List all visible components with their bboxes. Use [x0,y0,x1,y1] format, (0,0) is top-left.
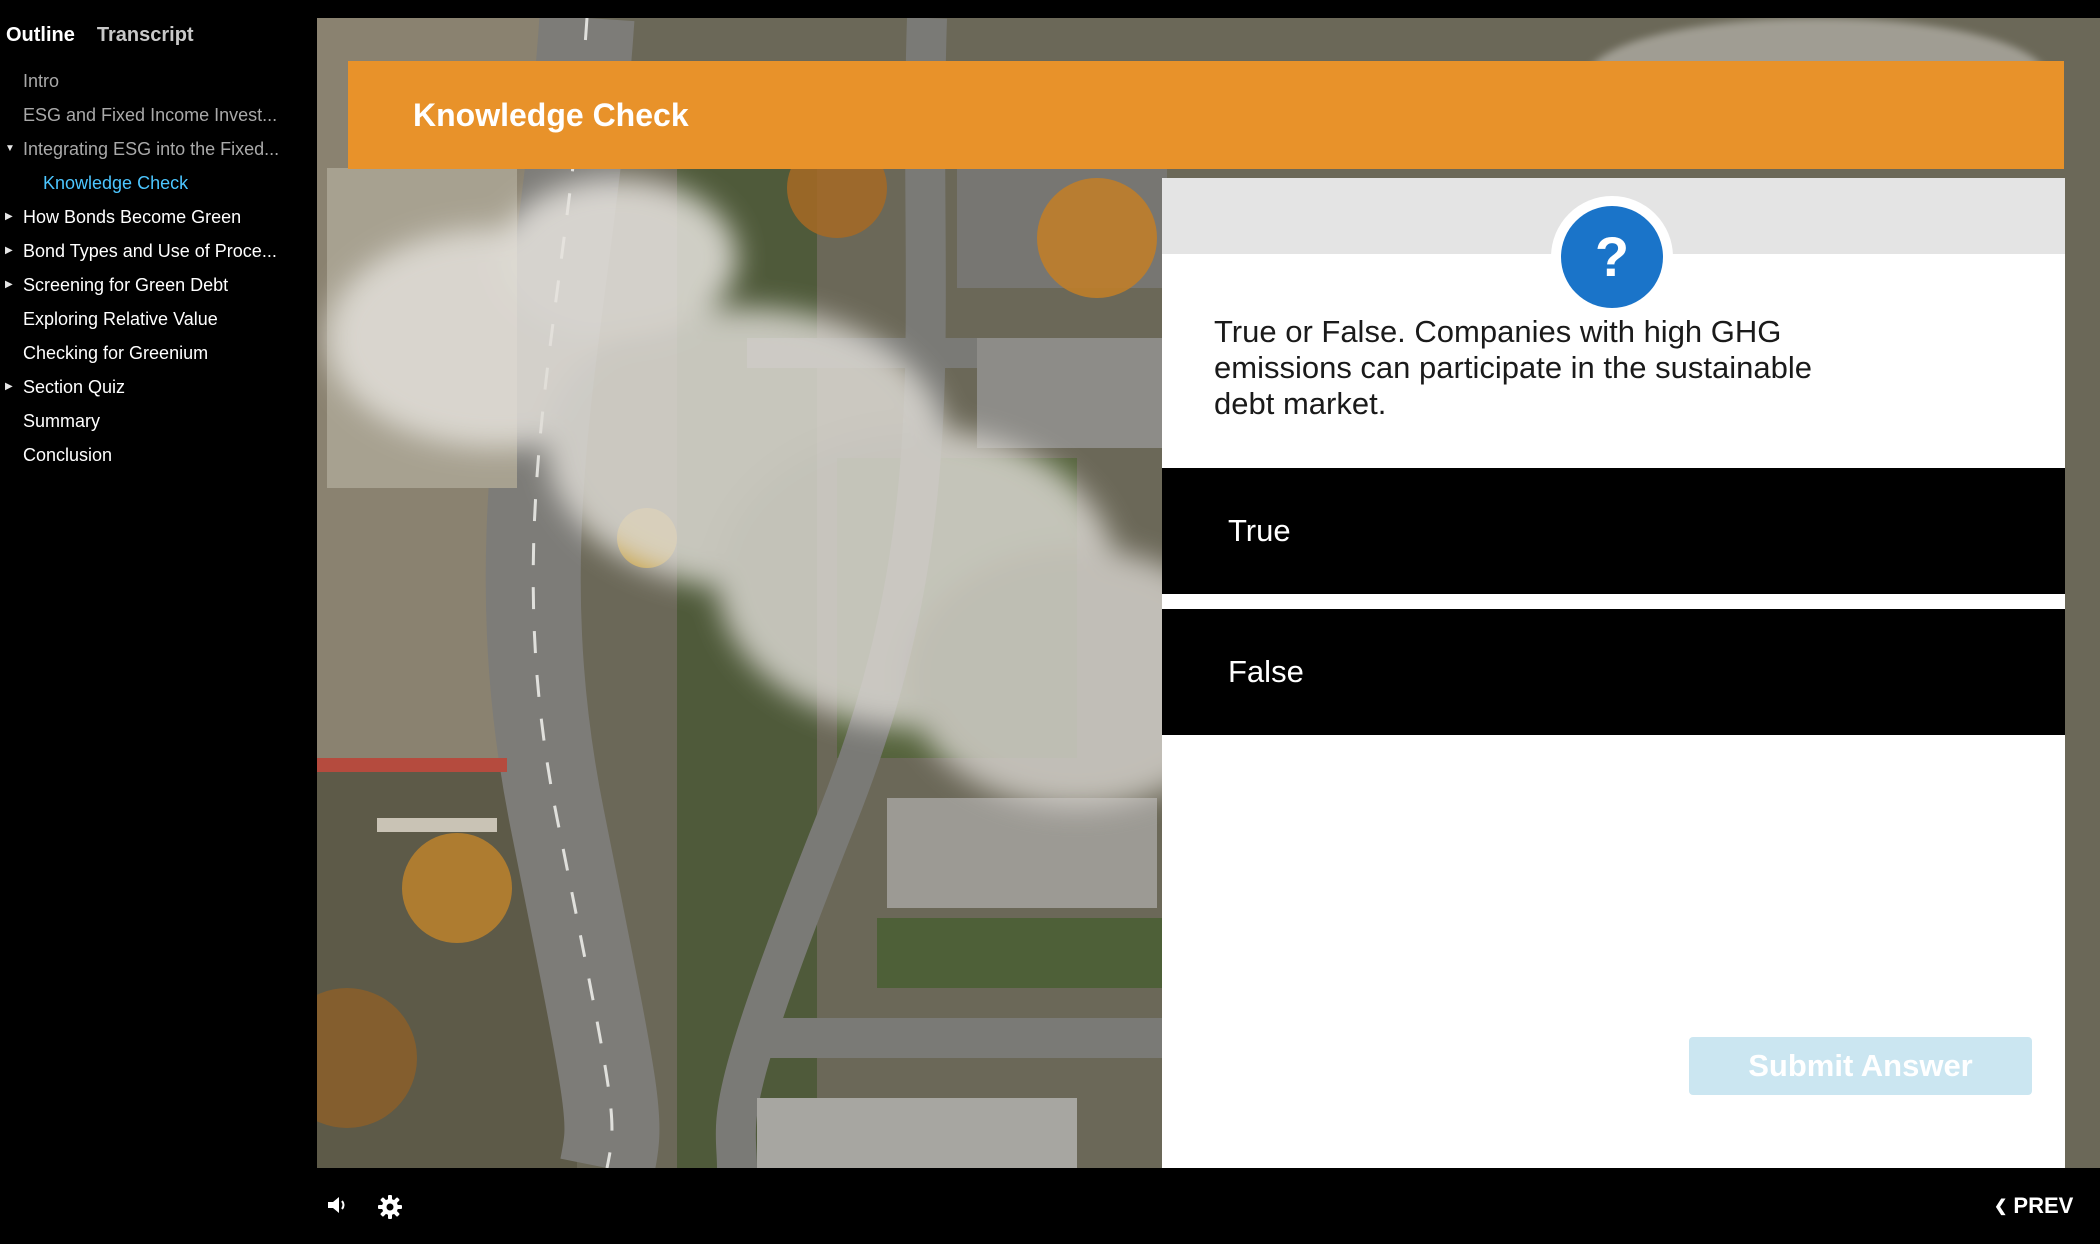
outline-item-label: Conclusion [23,445,113,465]
outline-item-esg-fixed-income[interactable]: ESG and Fixed Income Invest... [0,98,285,132]
outline-item-label: Intro [23,71,60,91]
quiz-panel: ? True or False. Companies with high GHG… [1162,178,2065,1168]
outline-item-knowledge-check[interactable]: Knowledge Check [0,166,285,200]
outline-item-screening-green-debt[interactable]: ▶ Screening for Green Debt [0,268,285,302]
tab-transcript[interactable]: Transcript [97,24,194,47]
outline-item-summary[interactable]: Summary [0,404,285,438]
slide-header-bar: Knowledge Check [348,61,2064,169]
question-icon: ? [1561,206,1663,308]
outline-item-label: Summary [23,411,101,431]
collapsed-arrow-icon[interactable]: ▶ [5,268,13,302]
answer-option-label: True [1228,513,1291,548]
sidebar: Outline Transcript Intro ESG and Fixed I… [0,0,316,1244]
settings-icon[interactable] [378,1195,402,1224]
outline-item-label: Integrating ESG into the Fixed... [23,139,280,159]
collapsed-arrow-icon[interactable]: ▶ [5,200,13,234]
outline-item-bond-types[interactable]: ▶ Bond Types and Use of Proce... [0,234,285,268]
outline-item-label: How Bonds Become Green [23,207,242,227]
outline-item-label: Exploring Relative Value [23,309,218,329]
question-text: True or False. Companies with high GHG e… [1214,314,1812,421]
outline-item-checking-greenium[interactable]: Checking for Greenium [0,336,285,370]
slide-title: Knowledge Check [413,97,689,133]
outline-item-label: ESG and Fixed Income Invest... [23,105,278,125]
tab-outline[interactable]: Outline [6,24,75,47]
outline-item-label: Knowledge Check [43,173,189,193]
submit-answer-button[interactable]: Submit Answer [1689,1037,2032,1095]
outline-item-integrating-esg[interactable]: ▼ Integrating ESG into the Fixed... [0,132,285,166]
outline-item-section-quiz[interactable]: ▶ Section Quiz [0,370,285,404]
outline-item-how-bonds-become-green[interactable]: ▶ How Bonds Become Green [0,200,285,234]
outline-item-label: Bond Types and Use of Proce... [23,241,277,261]
outline-item-exploring-relative-value[interactable]: Exploring Relative Value [0,302,285,336]
outline-list: Intro ESG and Fixed Income Invest... ▼ I… [0,64,316,472]
answer-option-label: False [1228,654,1304,689]
course-player: Outline Transcript Intro ESG and Fixed I… [0,0,2100,1244]
prev-label: PREV [2013,1193,2074,1218]
collapsed-arrow-icon[interactable]: ▶ [5,370,13,404]
outline-item-intro[interactable]: Intro [0,64,285,98]
chevron-left-icon: ❮ [1994,1198,2008,1215]
outline-item-label: Screening for Green Debt [23,275,229,295]
outline-item-label: Section Quiz [23,377,126,397]
sidebar-tabs: Outline Transcript [6,24,194,47]
collapsed-arrow-icon[interactable]: ▶ [5,234,13,268]
outline-item-label: Checking for Greenium [23,343,209,363]
answer-option-true[interactable]: True [1162,468,2065,594]
prev-button[interactable]: ❮ PREV [1994,1190,2073,1222]
answer-option-false[interactable]: False [1162,609,2065,735]
volume-icon[interactable] [326,1195,348,1220]
player-controls-bar: ❮ PREV [0,1168,2100,1244]
outline-item-conclusion[interactable]: Conclusion [0,438,285,472]
slide-canvas: Knowledge Check ? True or False. Compani… [317,18,2100,1168]
expanded-arrow-icon[interactable]: ▼ [5,132,15,166]
